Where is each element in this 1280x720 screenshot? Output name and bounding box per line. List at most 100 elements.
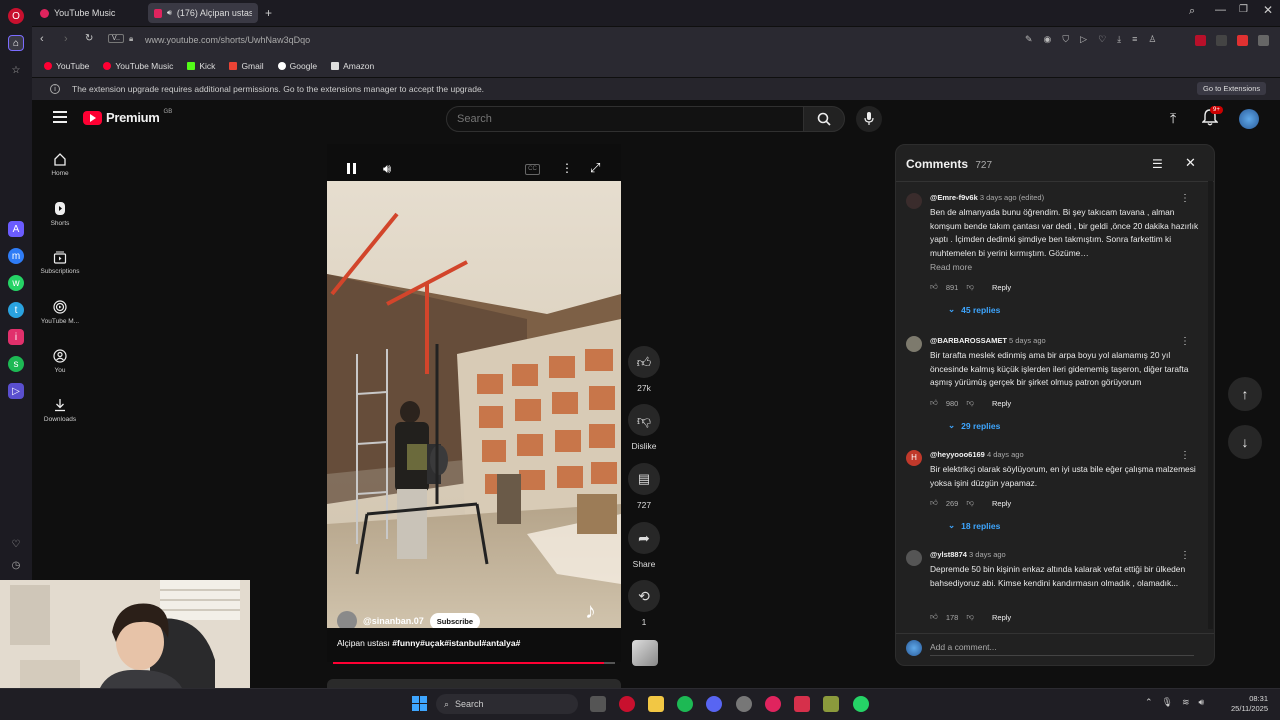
comment-handle[interactable]: @heyyooo6169 4 days ago xyxy=(930,450,1024,459)
whatsapp-taskbar-icon[interactable] xyxy=(853,696,869,712)
sort-icon[interactable]: ☰ xyxy=(1152,157,1163,171)
aria-icon[interactable]: A xyxy=(8,221,24,237)
spotify-icon[interactable]: s xyxy=(8,356,24,372)
tab-youtube-music[interactable]: YouTube Music xyxy=(34,3,144,23)
view-replies-button[interactable]: ⌄ 18 replies xyxy=(948,520,1000,531)
avatar[interactable] xyxy=(906,336,922,352)
menu-icon[interactable]: ≡ xyxy=(1132,34,1137,45)
thumbs-up-icon[interactable]: 👍︎ xyxy=(930,398,938,408)
home-icon[interactable]: ⌂ xyxy=(8,35,24,51)
whatsapp-icon[interactable]: w xyxy=(8,275,24,291)
thumbs-down-icon[interactable]: 👎︎ xyxy=(966,398,974,408)
forward-icon[interactable]: › xyxy=(64,33,68,45)
reply-button[interactable]: Reply xyxy=(992,499,1011,508)
pause-button[interactable] xyxy=(347,163,356,174)
task-view-icon[interactable] xyxy=(590,696,606,712)
go-to-extensions-button[interactable]: Go to Extensions xyxy=(1197,82,1267,95)
reply-button[interactable]: Reply xyxy=(992,283,1011,292)
search-button[interactable] xyxy=(803,106,845,132)
more-options-icon[interactable]: ⋮ xyxy=(561,161,573,175)
upload-icon[interactable]: ⤒ xyxy=(1170,110,1176,127)
player-icon[interactable]: ▷ xyxy=(8,383,24,399)
speaker-icon[interactable]: 🔊︎ xyxy=(1199,697,1205,708)
bookmark-amazon[interactable]: Amazon xyxy=(331,61,374,71)
caption-hashtags[interactable]: #funny#uçak#istanbul#antalya# xyxy=(392,638,520,648)
extensions-icon[interactable] xyxy=(1258,35,1269,46)
nav-shorts[interactable]: Shorts xyxy=(36,201,84,227)
spotify-taskbar-icon[interactable] xyxy=(677,696,693,712)
profile-icon[interactable]: ♙ xyxy=(1148,34,1156,45)
camera-icon[interactable]: ◉ xyxy=(1044,34,1052,45)
new-tab-button[interactable]: + xyxy=(265,6,272,20)
progress-track[interactable] xyxy=(333,662,615,664)
account-avatar[interactable] xyxy=(1239,109,1259,129)
youtube-premium-logo[interactable]: Premium GB xyxy=(83,109,172,125)
thumbs-up-icon[interactable]: 👍︎ xyxy=(930,282,938,292)
bookmark-gmail[interactable]: Gmail xyxy=(229,61,264,71)
bookmark-youtube[interactable]: YouTube xyxy=(44,61,89,71)
play-icon[interactable]: ▷ xyxy=(1080,34,1087,45)
wifi-icon[interactable]: ≋ xyxy=(1182,697,1190,708)
previous-short-button[interactable]: ↑ xyxy=(1228,377,1262,411)
reply-button[interactable]: Reply xyxy=(992,613,1011,622)
comment-menu-icon[interactable]: ⋮ xyxy=(1180,193,1190,204)
app-icon[interactable] xyxy=(823,696,839,712)
extension-icon[interactable] xyxy=(1216,35,1227,46)
nav-home[interactable]: Home xyxy=(36,152,84,177)
telegram-icon[interactable]: t xyxy=(8,302,24,318)
video-caption[interactable]: Alçipan ustası #funny#uçak#istanbul#anta… xyxy=(337,638,520,648)
next-short-button[interactable]: ↓ xyxy=(1228,425,1262,459)
volume-icon[interactable]: 🔊︎ xyxy=(383,161,391,177)
add-comment-input[interactable]: Add a comment... xyxy=(930,642,1194,656)
nav-downloads[interactable]: Downloads xyxy=(36,398,84,423)
maximize-button[interactable]: ❐ xyxy=(1239,4,1248,15)
thumbs-down-icon[interactable]: 👎︎ xyxy=(966,282,974,292)
nav-subscriptions[interactable]: Subscriptions xyxy=(36,250,84,275)
messenger-icon[interactable]: m xyxy=(8,248,24,264)
hamburger-menu-icon[interactable] xyxy=(53,111,67,123)
view-replies-button[interactable]: ⌄ 29 replies xyxy=(948,420,1000,431)
thumbs-up-icon[interactable]: 👍︎ xyxy=(930,498,938,508)
app-icon[interactable] xyxy=(765,696,781,712)
reload-icon[interactable]: ↻ xyxy=(85,33,93,44)
taskbar-search[interactable]: ⌕ Search xyxy=(436,694,578,714)
avatar[interactable] xyxy=(906,193,922,209)
tab-youtube-short[interactable]: 🔊︎ (176) Alçipan ustası # xyxy=(148,3,258,23)
minimize-button[interactable]: — xyxy=(1215,4,1226,16)
thumbs-down-icon[interactable]: 👎︎ xyxy=(966,612,974,622)
captions-icon[interactable]: CC xyxy=(525,164,540,175)
star-icon[interactable]: ☆ xyxy=(8,62,24,78)
edit-icon[interactable]: ✎ xyxy=(1025,34,1033,45)
instagram-icon[interactable]: i xyxy=(8,329,24,345)
next-short-preview[interactable] xyxy=(327,679,621,688)
discord-icon[interactable] xyxy=(706,696,722,712)
history-icon[interactable]: ◷ xyxy=(8,557,24,573)
avatar[interactable] xyxy=(906,550,922,566)
close-button[interactable]: ✕ xyxy=(1263,3,1273,17)
avatar[interactable]: H xyxy=(906,450,922,466)
url-field[interactable]: www.youtube.com/shorts/UwhNaw3qDqo xyxy=(145,35,310,45)
windows-start-icon[interactable] xyxy=(412,696,427,711)
speaker-icon[interactable]: 🔊︎ xyxy=(167,8,172,18)
remix-button[interactable]: ⟲ 1 xyxy=(626,580,662,627)
steam-icon[interactable] xyxy=(736,696,752,712)
reply-button[interactable]: Reply xyxy=(992,399,1011,408)
chevron-up-icon[interactable]: ⌃ xyxy=(1145,697,1153,708)
opera-taskbar-icon[interactable] xyxy=(619,696,635,712)
voice-search-button[interactable] xyxy=(856,106,882,132)
back-icon[interactable]: ‹ xyxy=(40,33,44,45)
bookmark-kick[interactable]: Kick xyxy=(187,61,215,71)
like-button[interactable]: 👍︎ 27k xyxy=(626,346,662,393)
comments-button[interactable]: ▤ 727 xyxy=(626,463,662,510)
notifications-button[interactable]: 9+ xyxy=(1201,106,1223,131)
clock[interactable]: 08:31 25/11/2025 xyxy=(1222,694,1268,714)
comment-menu-icon[interactable]: ⋮ xyxy=(1180,550,1190,561)
shield-icon[interactable]: ⛉ xyxy=(1062,34,1069,45)
close-icon[interactable]: ✕ xyxy=(1185,155,1196,171)
dislike-button[interactable]: 👎︎ Dislike xyxy=(626,404,662,451)
extension-icon[interactable] xyxy=(1237,35,1248,46)
short-video-player[interactable] xyxy=(327,144,621,662)
extension-icon[interactable] xyxy=(1195,35,1206,46)
file-explorer-icon[interactable] xyxy=(648,696,664,712)
heart-icon[interactable]: ♡ xyxy=(8,536,24,552)
